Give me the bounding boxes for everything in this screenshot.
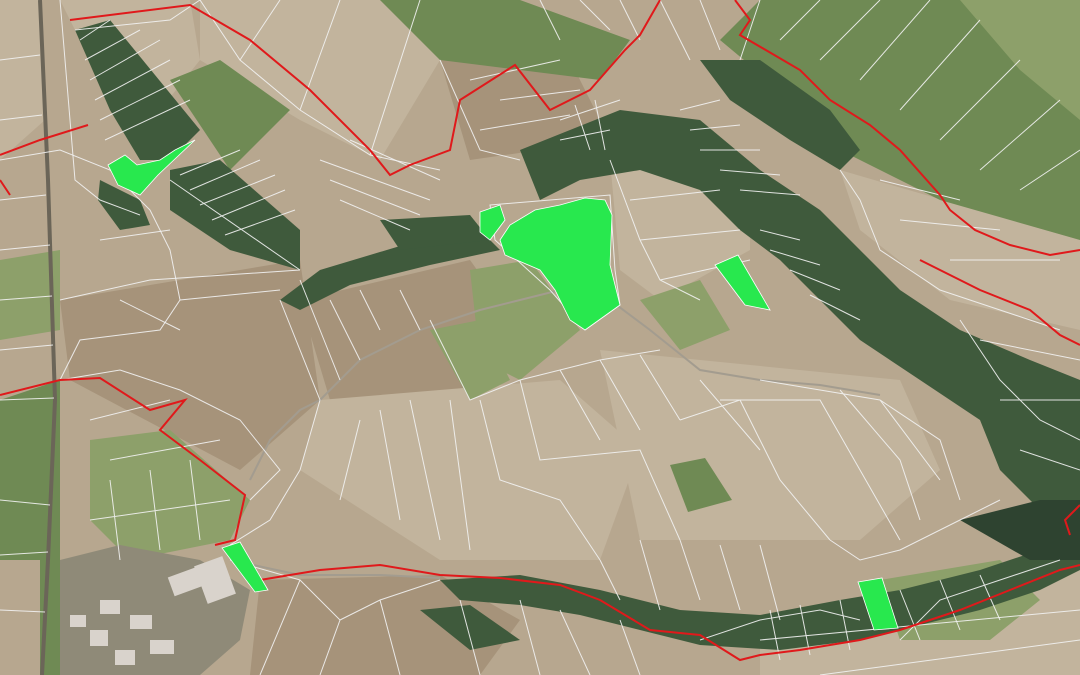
village-builtup [60, 545, 250, 675]
map-viewport[interactable] [0, 0, 1080, 675]
crop-field [0, 450, 50, 545]
map-canvas[interactable] [0, 0, 1080, 675]
aerial-imagery-layer [0, 0, 1080, 675]
